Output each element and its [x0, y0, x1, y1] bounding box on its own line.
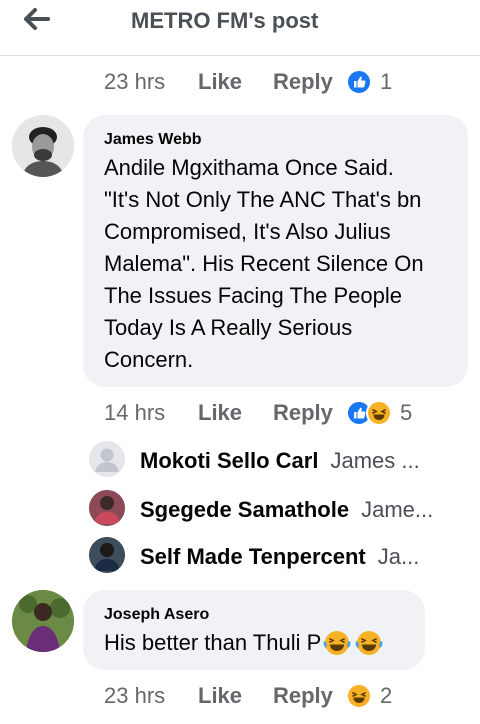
avatar[interactable]	[12, 590, 74, 652]
comment-body: His better than Thuli P	[104, 630, 322, 655]
reply-button[interactable]: Reply	[273, 69, 333, 95]
reply-author: Mokoti Sello Carl	[140, 448, 319, 473]
reaction-count: 5	[400, 400, 413, 425]
arrow-left-icon	[24, 8, 50, 30]
comment-line: Andile Mgxithama Once Said.	[104, 155, 394, 180]
comment-actions: 23 hrs Like Reply 2	[0, 681, 480, 711]
comment-line: Concern.	[104, 347, 194, 372]
comment-actions: 14 hrs Like Reply 5	[0, 398, 480, 428]
comment-line: Today Is A Really Serious	[104, 315, 353, 340]
reply-preview[interactable]: Self Made Tenpercent Ja...	[140, 537, 470, 577]
reaction-summary[interactable]: 5	[346, 400, 412, 426]
tears-of-joy-emoji-icon	[322, 628, 352, 658]
comment-time: 23 hrs	[104, 69, 166, 94]
like-reaction-icon	[346, 69, 372, 95]
comment-line: Compromised, It's Also Julius	[104, 219, 391, 244]
reply-author: Sgegede Samathole	[140, 497, 350, 522]
avatar-photo	[12, 115, 74, 177]
comment-line: The Issues Facing The People	[104, 283, 402, 308]
avatar[interactable]	[89, 537, 125, 573]
comment-time: 23 hrs	[104, 683, 166, 708]
reaction-count: 1	[380, 69, 393, 94]
reply-preview[interactable]: Sgegede Samathole Jame...	[140, 490, 470, 530]
page-title: METRO FM's post	[131, 8, 319, 33]
haha-reaction-icon	[366, 400, 392, 426]
reply-button[interactable]: Reply	[273, 683, 333, 709]
reply-snippet: Ja...	[377, 544, 420, 569]
comment-line: Malema". His Recent Silence On	[104, 251, 424, 276]
comment-time: 14 hrs	[104, 400, 166, 425]
reaction-summary[interactable]: 1	[346, 69, 392, 95]
reply-author: Self Made Tenpercent	[140, 544, 366, 569]
like-button[interactable]: Like	[198, 69, 242, 95]
avatar[interactable]	[89, 490, 125, 526]
avatar-photo	[12, 590, 74, 652]
comment-text: His better than Thuli P	[104, 627, 419, 659]
reply-button[interactable]: Reply	[273, 400, 333, 426]
like-button[interactable]: Like	[198, 400, 242, 426]
avatar[interactable]	[12, 115, 74, 177]
comment-line: "It's Not Only The ANC That's bn	[104, 187, 422, 212]
comment-actions: 23 hrs Like Reply 1	[0, 67, 480, 97]
reply-snippet: James ...	[330, 448, 420, 473]
default-avatar-icon	[89, 441, 125, 477]
avatar[interactable]	[89, 441, 125, 477]
reply-snippet: Jame...	[361, 497, 434, 522]
comment-text: Andile Mgxithama Once Said. "It's Not On…	[104, 152, 464, 376]
back-button[interactable]	[20, 4, 54, 34]
reaction-summary[interactable]: 2	[346, 683, 392, 709]
avatar-photo	[89, 490, 125, 526]
reply-preview[interactable]: Mokoti Sello Carl James ...	[140, 441, 470, 481]
reaction-count: 2	[380, 683, 393, 708]
haha-reaction-icon	[346, 683, 372, 709]
comment-author[interactable]: James Webb	[104, 131, 202, 149]
tears-of-joy-emoji-icon	[354, 628, 384, 658]
avatar-photo	[89, 537, 125, 573]
like-button[interactable]: Like	[198, 683, 242, 709]
comment-author[interactable]: Joseph Asero	[104, 606, 209, 624]
post-header: METRO FM's post	[0, 0, 480, 56]
